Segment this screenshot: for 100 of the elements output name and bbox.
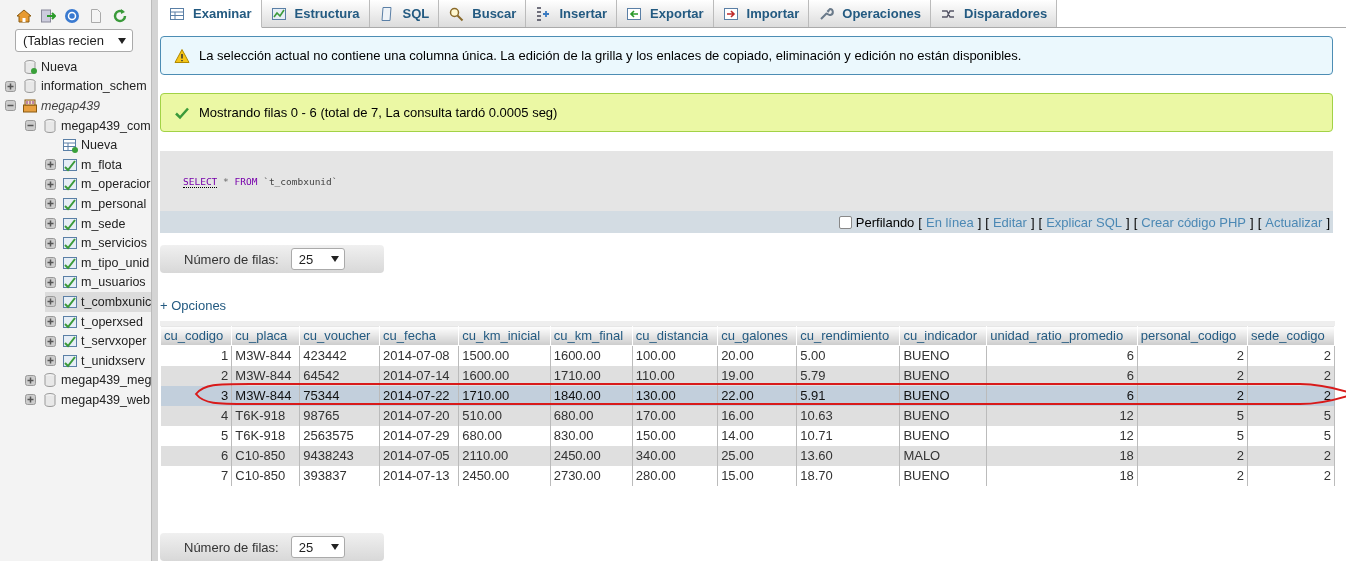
column-header[interactable]: unidad_ratio_promedio [986, 323, 1138, 346]
tree-item[interactable]: megap439 [41, 99, 101, 113]
caret-icon [118, 37, 126, 44]
bracket: ] [977, 214, 982, 230]
tab[interactable]: Importar [713, 0, 810, 27]
server-icon [22, 98, 38, 114]
expand-button[interactable] [45, 178, 56, 190]
tab[interactable]: SQL [369, 0, 440, 27]
tab[interactable]: Operaciones [809, 0, 932, 27]
table-cell: 2014-07-05 [379, 446, 459, 466]
table-cell: BUENO [899, 466, 987, 486]
table-cell: 2014-07-13 [379, 466, 459, 486]
table-icon [62, 176, 78, 193]
tree-item[interactable]: m_servicios [81, 236, 147, 251]
profiling-checkbox[interactable] [838, 215, 852, 229]
column-header[interactable]: sede_codigo [1247, 323, 1335, 346]
column-header[interactable]: cu_rendimiento [796, 323, 900, 346]
tree-item[interactable]: megap439_meg [61, 373, 152, 388]
table-cell: 10.63 [796, 406, 900, 426]
table-cell: 5 [1137, 406, 1248, 426]
tree-item[interactable]: t_operxsed [81, 314, 143, 329]
table-cell: 2014-07-20 [379, 406, 459, 426]
rows-per-page-label: Número de filas: [184, 251, 279, 267]
column-header[interactable]: personal_codigo [1137, 323, 1248, 346]
expand-button[interactable] [45, 237, 56, 249]
tree-item[interactable]: information_schem [41, 79, 147, 94]
expand-button[interactable] [45, 355, 56, 367]
expand-button[interactable] [45, 218, 56, 230]
table-icon [62, 293, 78, 310]
expand-button[interactable] [5, 80, 16, 92]
table-cell: 13.60 [796, 446, 900, 466]
tab[interactable]: Disparadores [931, 0, 1058, 27]
expand-button[interactable] [45, 316, 56, 327]
scrollbar[interactable] [151, 0, 158, 561]
reload-icon[interactable] [112, 8, 128, 24]
table-cell: 170.00 [632, 406, 718, 426]
bracket: [ [1038, 214, 1043, 230]
table-cell: 680.00 [550, 406, 633, 426]
bracket: ] [1250, 214, 1254, 230]
tree-item[interactable]: m_flota [81, 157, 122, 172]
tree-item[interactable]: m_usuarios [81, 275, 146, 290]
column-header[interactable]: cu_km_inicial [458, 323, 551, 346]
expand-button[interactable] [25, 394, 36, 406]
bracket: ] [1030, 214, 1035, 230]
table-cell: 18.70 [796, 466, 900, 486]
collapse-button[interactable] [25, 120, 36, 132]
expand-button[interactable] [45, 335, 56, 347]
tree-item[interactable]: t_unidxserv [81, 353, 145, 368]
tab[interactable]: Estructura [261, 0, 370, 27]
help-icon[interactable] [64, 8, 80, 24]
table-icon [62, 235, 78, 252]
tree-item[interactable]: m_personal [81, 196, 147, 211]
column-header[interactable]: cu_placa [231, 323, 300, 346]
tab[interactable]: Exportar [617, 0, 714, 27]
table-cell: 25.00 [717, 446, 797, 466]
rows-per-page-select[interactable]: 25 [290, 536, 345, 558]
table-cell: 2 [1137, 466, 1248, 486]
column-header[interactable]: cu_fecha [379, 323, 459, 346]
table-add-icon [62, 137, 78, 154]
expand-button[interactable] [45, 159, 56, 171]
table-cell: 2730.00 [550, 466, 633, 486]
rows-per-page-select[interactable]: 25 [290, 248, 345, 270]
table-cell: 16.00 [717, 406, 797, 426]
tree-item[interactable]: Nueva [81, 138, 118, 153]
bracket: [ [918, 214, 922, 230]
table-cell: 340.00 [632, 446, 718, 466]
tab[interactable]: Examinar [160, 0, 262, 28]
caret-icon [330, 256, 339, 262]
column-header[interactable]: cu_indicador [899, 323, 987, 346]
tree-item[interactable]: Nueva [41, 59, 78, 74]
sql-query: SELECT * FROM `t_combxunid` [183, 175, 338, 187]
tree-item[interactable]: megap439_web [61, 392, 150, 407]
expand-button[interactable] [45, 257, 56, 269]
recent-tables-select[interactable]: (Tablas recien [15, 29, 133, 52]
column-header[interactable]: cu_km_final [550, 323, 633, 346]
expand-button[interactable] [45, 198, 56, 210]
tab[interactable]: Buscar [439, 0, 527, 27]
exit-icon[interactable] [40, 8, 56, 24]
tree-item[interactable]: t_servxoper [81, 334, 147, 349]
column-header[interactable]: cu_codigo [160, 323, 232, 346]
table-icon [62, 156, 78, 173]
expand-button[interactable] [45, 276, 56, 288]
tree-item[interactable]: m_sede [81, 216, 126, 231]
tree-item[interactable]: m_tipo_unid [81, 255, 150, 270]
collapse-button[interactable] [5, 100, 16, 112]
tab[interactable]: Insertar [526, 0, 618, 27]
home-icon[interactable] [16, 8, 32, 24]
column-header[interactable]: cu_voucher [299, 323, 380, 346]
table-cell: 2 [1247, 366, 1335, 386]
database-add-icon [22, 58, 38, 75]
options-link[interactable]: + Opciones [160, 298, 227, 313]
table-icon [62, 313, 78, 330]
expand-button[interactable] [25, 374, 36, 386]
tree-item[interactable]: megap439_com [61, 118, 151, 133]
bracket: [ [1133, 214, 1138, 230]
expand-button[interactable] [45, 296, 56, 308]
table-cell: 280.00 [632, 466, 718, 486]
column-header[interactable]: cu_galones [717, 323, 797, 346]
column-header[interactable]: cu_distancia [632, 323, 718, 346]
tree-item[interactable]: m_operacior [81, 177, 151, 192]
